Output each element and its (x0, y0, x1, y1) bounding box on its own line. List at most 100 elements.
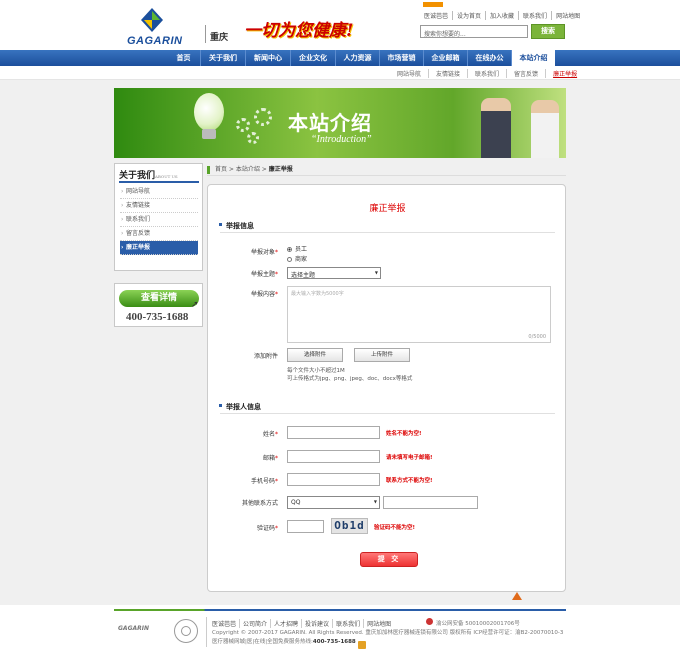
top-link[interactable]: 设为首页 (452, 11, 485, 20)
sidebar-item-contact[interactable]: 联系我们 (120, 213, 198, 227)
police-record[interactable]: 渝公网安备 50010002001706号 (436, 619, 520, 627)
target-employee-radio[interactable]: 员工 (287, 244, 307, 253)
subject-select[interactable]: 选择主题 (287, 267, 381, 279)
upload-file-button[interactable]: 上传附件 (354, 348, 410, 362)
subnav-item[interactable]: 联系我们 (467, 69, 506, 78)
search-input[interactable]: 搜索你想要的... (420, 25, 528, 38)
home-tag (423, 2, 443, 7)
phone-label: 手机号码* (250, 478, 278, 485)
section-reporter-info: 举报人信息 (219, 403, 261, 411)
captcha-error: 验证码不能为空! (374, 525, 416, 531)
nav-item-office[interactable]: 在线办公 (467, 50, 511, 66)
footer-link[interactable]: 网站地图 (363, 619, 394, 628)
content-label: 举报内容* (250, 291, 278, 298)
banner-subtitle: “Introduction” (311, 134, 372, 145)
lightbulb-base (202, 129, 216, 139)
header: GAGARIN 重庆 一切为您健康! 医诚芭芭 设为首页 加入收藏 联系我们 网… (0, 0, 680, 50)
subject-label: 举报主题* (250, 271, 278, 278)
footer-divider (114, 609, 566, 611)
subnav-item[interactable]: 友情链接 (428, 69, 467, 78)
footer-link[interactable]: 人才招聘 (270, 619, 301, 628)
main-nav: 首页 关于我们 新闻中心 企业文化 人力资源 市场营销 企业邮箱 在线办公 本站… (0, 50, 680, 67)
report-form: 廉正举报 举报信息 举报对象* 员工 商家 举报主题* 选择主题 举报内容* 最… (207, 184, 566, 592)
man-photo (481, 98, 511, 158)
captcha-image[interactable]: Ob1d (331, 518, 368, 534)
name-input[interactable] (287, 426, 380, 439)
brand-name[interactable]: GAGARIN (127, 35, 182, 47)
back-to-top-icon[interactable] (512, 592, 522, 600)
footer-links: 医诚芭芭 公司简介 人才招聘 投诉建议 联系我们 网站地图 (212, 619, 394, 628)
hotline-number: 400-735-1688 (126, 311, 189, 323)
footer-link[interactable]: 联系我们 (332, 619, 363, 628)
top-link[interactable]: 医诚芭芭 (420, 11, 452, 20)
top-link[interactable]: 加入收藏 (485, 11, 518, 20)
sidebar-title: 关于我们ABOUT US (119, 171, 178, 181)
top-links: 医诚芭芭 设为首页 加入收藏 联系我们 网站地图 (420, 11, 584, 20)
select-file-button[interactable]: 选择附件 (287, 348, 343, 362)
email-label: 邮箱* (262, 455, 278, 462)
breadcrumb: 首页 > 本站介绍 > 廉正举报 (207, 164, 566, 176)
view-details-button[interactable]: 查看详情 (119, 290, 199, 307)
phone-input[interactable] (287, 473, 380, 486)
footer-link[interactable]: 医诚芭芭 (212, 619, 239, 628)
other-contact-label: 其他联系方式 (241, 500, 278, 507)
content-textarea[interactable]: 最大输入字数为5000字 0/5000 (287, 286, 551, 343)
captcha-input[interactable] (287, 520, 324, 533)
subnav-item[interactable]: 留言反馈 (506, 69, 545, 78)
service-line: 医疗器械网城|医|在线|全国免费服务热线:400-735-1688 (212, 639, 356, 645)
cursor-icon: ➚ (191, 300, 199, 310)
name-label: 姓名* (262, 431, 278, 438)
nav-item-marketing[interactable]: 市场营销 (379, 50, 423, 66)
sidebar-divider (119, 181, 199, 183)
nav-item-news[interactable]: 新闻中心 (245, 50, 290, 66)
email-input[interactable] (287, 450, 380, 463)
section-divider (220, 232, 555, 233)
submit-button[interactable]: 提 交 (360, 552, 418, 567)
city-label: 重庆 (210, 33, 229, 43)
nav-item-mail[interactable]: 企业邮箱 (423, 50, 467, 66)
section-divider (220, 413, 555, 414)
other-contact-select[interactable]: QQ (287, 496, 380, 509)
search-button[interactable]: 搜索 (531, 24, 565, 39)
other-contact-input[interactable] (383, 496, 478, 509)
footer-vertical-divider (206, 617, 207, 647)
nav-item-intro[interactable]: 本站介绍 (511, 50, 555, 67)
gear-icon (254, 108, 272, 126)
name-error: 姓名不能为空! (386, 431, 422, 437)
banner-title: 本站介绍 (288, 111, 372, 135)
top-link[interactable]: 联系我们 (518, 11, 551, 20)
breadcrumb-home[interactable]: 首页 (215, 166, 227, 173)
gear-icon (247, 132, 259, 144)
sidebar-item-report[interactable]: 廉正举报 (120, 241, 198, 255)
nav-item-hr[interactable]: 人力资源 (335, 50, 379, 66)
hotline-box: 查看详情 ➚ 400-735-1688 (114, 283, 203, 327)
phone-error: 联系方式不能为空! (386, 478, 433, 484)
nav-item-about[interactable]: 关于我们 (200, 50, 245, 66)
subnav-item-active[interactable]: 廉正举报 (545, 69, 584, 78)
lightbulb-icon (194, 93, 224, 131)
form-title: 廉正举报 (369, 204, 406, 214)
target-label: 举报对象* (250, 249, 278, 256)
footer-seal-inner (181, 626, 191, 636)
sub-nav: 网站导航 友情链接 联系我们 留言反馈 廉正举报 (0, 66, 680, 80)
certificate-badge-icon[interactable] (358, 641, 366, 649)
footer-link[interactable]: 投诉建议 (301, 619, 332, 628)
footer-link[interactable]: 公司简介 (239, 619, 270, 628)
subnav-item[interactable]: 网站导航 (390, 69, 428, 78)
woman-photo (531, 100, 559, 158)
top-link[interactable]: 网站地图 (551, 11, 584, 20)
target-merchant-radio[interactable]: 商家 (287, 254, 307, 263)
nav-item-culture[interactable]: 企业文化 (290, 50, 335, 66)
sidebar-item-feedback[interactable]: 留言反馈 (120, 227, 198, 241)
sidebar: 关于我们ABOUT US 网站导航 友情链接 联系我们 留言反馈 廉正举报 (114, 163, 203, 271)
attach-hint-format: 可上传格式为jpg、png、jpeg、doc、docx等格式 (287, 376, 413, 382)
sidebar-item-links[interactable]: 友情链接 (120, 199, 198, 213)
content-counter: 0/5000 (528, 334, 546, 340)
nav-item-home[interactable]: 首页 (167, 50, 200, 66)
gagarin-logo-icon[interactable] (141, 8, 163, 32)
breadcrumb-parent[interactable]: 本站介绍 (236, 166, 260, 173)
gear-icon (236, 118, 250, 132)
footer-logo: GAGARIN (118, 625, 150, 632)
sidebar-item-sitemap[interactable]: 网站导航 (120, 185, 198, 199)
attach-hint-size: 每个文件大小不超过1M (287, 368, 345, 374)
